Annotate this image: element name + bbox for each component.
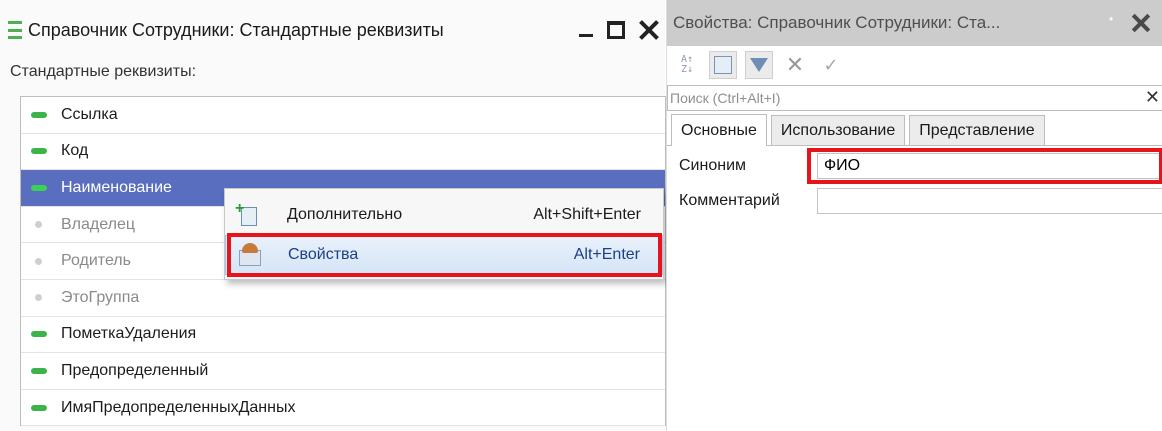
- tab-main[interactable]: Основные: [671, 114, 767, 146]
- pin-icon[interactable]: •: [1109, 12, 1113, 26]
- synonym-label: Синоним: [679, 157, 746, 174]
- menu-item-additional[interactable]: + Дополнительно Alt+Shift+Enter: [225, 195, 663, 235]
- attribute-label: Владелец: [61, 215, 136, 233]
- attribute-label: Наименование: [61, 178, 172, 196]
- properties-window: Свойства: Справочник Сотрудники: Ста... …: [666, 0, 1162, 431]
- attribute-dot-icon: [35, 257, 42, 265]
- minimize-icon[interactable]: [579, 21, 593, 39]
- attribute-row-pometka-udaleniya[interactable]: ПометкаУдаления: [21, 317, 665, 354]
- attribute-label: ЭтоГруппа: [61, 288, 140, 306]
- attribute-row-etogruppa[interactable]: ЭтоГруппа: [21, 280, 665, 317]
- search-input[interactable]: [668, 86, 1128, 110]
- search-field[interactable]: ✕: [667, 85, 1162, 111]
- properties-toolbar: A↑ Z↓ ✕ ✓: [667, 47, 1162, 83]
- tab-presentation[interactable]: Представление: [909, 115, 1045, 145]
- add-document-icon: +: [235, 201, 261, 228]
- attribute-label: Родитель: [61, 252, 131, 270]
- clear-icon[interactable]: ✕: [781, 51, 809, 79]
- window-title: Справочник Сотрудники: Стандартные рекви…: [28, 19, 444, 40]
- menu-item-label: Дополнительно: [287, 206, 403, 223]
- properties-title-bar: Свойства: Справочник Сотрудники: Ста... …: [667, 0, 1162, 46]
- tab-usage[interactable]: Использование: [770, 115, 906, 145]
- attribute-marker-icon: [31, 331, 47, 338]
- attribute-marker-icon: [31, 148, 47, 155]
- properties-tabs: Основные Использование Представление: [667, 114, 1162, 146]
- properties-title: Свойства: Справочник Сотрудники: Ста...: [673, 13, 1001, 32]
- attribute-label: ИмяПредопределенныхДанных: [61, 398, 296, 416]
- search-clear-icon[interactable]: ✕: [1145, 87, 1160, 108]
- sort-az-icon[interactable]: A↑ Z↓: [673, 51, 701, 79]
- attribute-label: Код: [61, 142, 89, 160]
- categories-icon[interactable]: [709, 51, 737, 79]
- comment-row: Комментарий: [667, 186, 1162, 216]
- attribute-label: Ссылка: [61, 105, 118, 123]
- comment-field[interactable]: [817, 188, 1162, 214]
- apply-check-icon[interactable]: ✓: [817, 51, 845, 79]
- attributes-label: Стандартные реквизиты:: [10, 63, 197, 80]
- close-icon[interactable]: [639, 20, 659, 40]
- attribute-row-imya-predopredelennyh-dannyh[interactable]: ИмяПредопределенныхДанных: [21, 390, 665, 427]
- attribute-row-predopredelennyi[interactable]: Предопределенный: [21, 353, 665, 390]
- menu-item-shortcut: Alt+Shift+Enter: [533, 206, 641, 223]
- attribute-dot-icon: [35, 221, 42, 229]
- comment-label: Комментарий: [679, 192, 780, 209]
- highlight-frame-properties-item: [227, 233, 662, 277]
- filter-icon[interactable]: [745, 51, 773, 79]
- attribute-marker-icon: [31, 404, 47, 411]
- highlight-frame-synonym-field: [807, 148, 1162, 184]
- attribute-dot-icon: [35, 294, 42, 302]
- attribute-marker-icon: [31, 367, 47, 374]
- attribute-row-ssylka[interactable]: Ссылка: [21, 97, 665, 134]
- attribute-marker-icon: [31, 184, 47, 191]
- window-title-bar: Справочник Сотрудники: Стандартные рекви…: [0, 13, 665, 47]
- attribute-marker-icon: [31, 111, 47, 118]
- attribute-label: Предопределенный: [61, 361, 209, 379]
- close-icon[interactable]: [1131, 12, 1151, 34]
- attribute-label: ПометкаУдаления: [61, 325, 197, 343]
- attribute-row-kod[interactable]: Код: [21, 134, 665, 171]
- list-icon: [8, 21, 22, 39]
- maximize-icon[interactable]: [607, 21, 625, 39]
